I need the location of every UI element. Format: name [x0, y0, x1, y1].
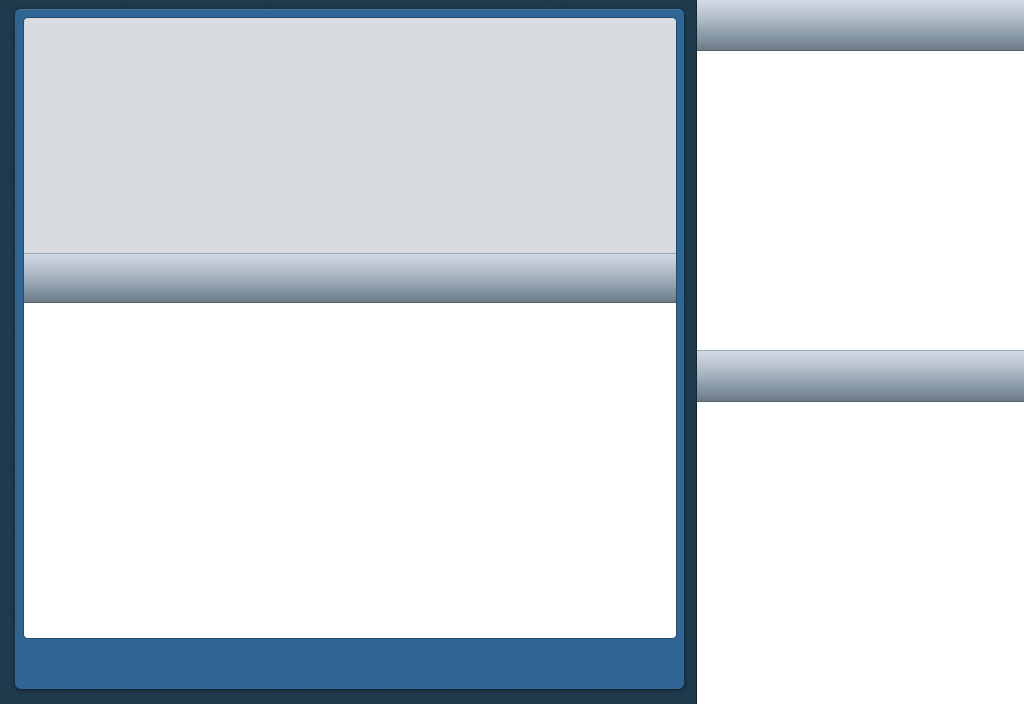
- detail-bottom-list[interactable]: [697, 402, 1024, 704]
- popover-toolbar: [15, 638, 684, 689]
- popover: [15, 9, 684, 689]
- popover-section-header: [24, 253, 676, 303]
- master-pane: [0, 0, 697, 704]
- detail-top-header-title: [697, 0, 1024, 28]
- detail-middle-header: [697, 350, 1024, 402]
- popover-content: [24, 18, 676, 638]
- popover-top-region-text: [24, 18, 676, 46]
- detail-top-header: [697, 0, 1024, 51]
- detail-middle-header-title: [697, 351, 1024, 379]
- detail-pane: [697, 0, 1024, 704]
- popover-toolbar-text: [15, 638, 684, 666]
- popover-top-region: [24, 18, 676, 253]
- popover-section-header-title: [24, 254, 676, 282]
- popover-list[interactable]: [24, 303, 676, 638]
- detail-top-list[interactable]: [697, 51, 1024, 350]
